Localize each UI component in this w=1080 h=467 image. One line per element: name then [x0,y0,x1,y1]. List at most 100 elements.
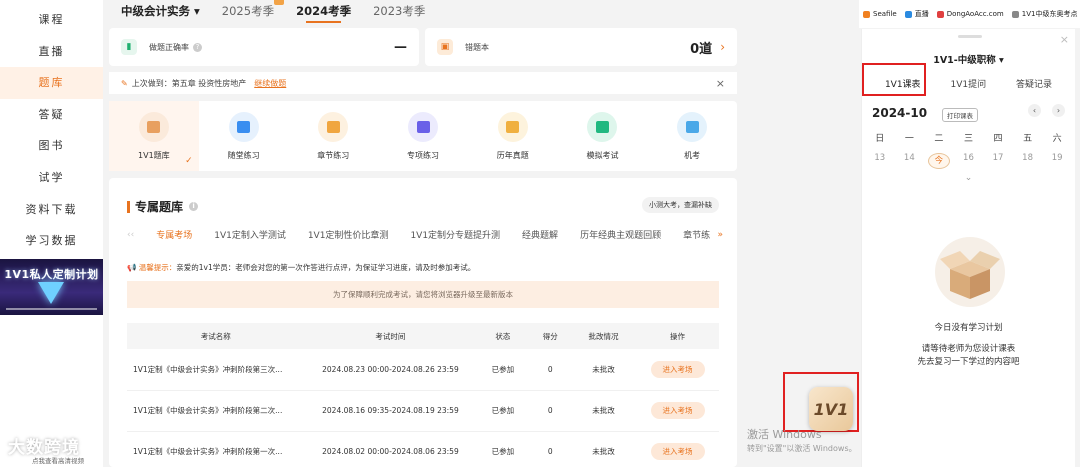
calendar-today[interactable]: 今 [927,153,950,169]
subject-selector[interactable]: 中级会计实务 ▾ [121,3,200,19]
tab-season-2025[interactable]: 2025考季 [222,0,285,19]
tab-chapter-test[interactable]: 1V1定制性价比章测 [308,228,389,241]
category-label: 机考 [684,150,701,160]
bookmark-icon [904,10,912,18]
sidebar-item-qa[interactable]: 答疑 [0,99,103,131]
exam-tabs: ‹‹ 专属考场 1V1定制入学测试 1V1定制性价比章测 1V1定制分专题提升测… [127,228,723,241]
bookmark-item[interactable]: DongAoAcc.com [936,10,1004,18]
calendar-day[interactable]: 14 [898,153,920,169]
tab-past-subjective[interactable]: 历年经典主观题回顾 [580,228,661,241]
category-label: 1V1题库 [138,150,170,160]
help-icon[interactable]: i [189,202,199,211]
bookmark-icon [863,10,870,18]
empty-title: 今日没有学习计划 [934,323,1003,333]
empty-hint-line: 请等待老师为您设计课表 [921,344,1016,354]
bookmark-item[interactable]: Seafile [863,10,897,18]
weekday-label: 二 [934,134,944,144]
category-item[interactable]: 历年真题 [468,101,558,171]
tab-chapter-practice[interactable]: 章节练 [683,228,710,241]
bookmark-item[interactable]: 1V1中级东奥考点 [1011,9,1078,19]
windows-activation-watermark: 激活 Windows 转到"设置"以激活 Windows。 [747,428,857,456]
tabs-prev-icon[interactable]: ‹‹ [127,230,134,240]
sidebar-item-live[interactable]: 直播 [0,36,103,68]
calendar-day[interactable]: 17 [987,153,1009,169]
bookmark-label: 直播 [914,10,929,18]
bar-chart-icon: ▮ [121,39,137,55]
calendar-day[interactable]: 18 [1017,153,1039,169]
tabs-more-icon[interactable]: » [713,229,723,240]
category-row: 1V1题库 ✓ 随堂练习 章节练习 专项练习 历年真题 模拟考试 机考 [109,101,737,171]
wrongbook-card[interactable]: ▣ 错题本 0道 › [425,28,737,66]
cell-name: 1V1定制《中级会计实务》冲刺阶段第一次... [127,431,305,467]
bookmark-icon [936,10,944,18]
sidebar-item-question-bank[interactable]: 题库 [0,67,103,99]
expand-icon[interactable]: ⌄ [862,173,1075,183]
calendar-day[interactable]: 19 [1046,153,1068,169]
category-item[interactable]: 1V1题库 ✓ [109,101,199,171]
browser-notice: 为了保障顺利完成考试，请您将浏览器升级至最新版本 [127,281,719,308]
sidebar-item-study-data[interactable]: 学习数据 [0,225,103,257]
sidebar-item-books[interactable]: 图书 [0,130,103,162]
tab-entrance-test[interactable]: 1V1定制入学测试 [214,228,286,241]
highlight-box [862,63,926,96]
cell-action: 进入考场 [636,431,719,467]
category-icon [318,111,349,142]
exam-table: 考试名称 考试时间 状态 得分 批改情况 操作 1V1定制《中级会计实务》冲刺阶… [127,323,719,467]
tab-exclusive-room[interactable]: 专属考场 [156,228,192,241]
category-item[interactable]: 专项练习 [378,101,468,171]
chevron-right-icon[interactable]: › [720,40,725,54]
bookmark-icon [1011,10,1019,18]
floating-1v1-button[interactable]: 1V1 [809,387,853,431]
calendar-day[interactable]: 16 [957,153,979,169]
prev-month-icon[interactable]: ‹ [1028,104,1041,117]
banner-divider [6,308,97,310]
table-header-row: 考试名称 考试时间 状态 得分 批改情况 操作 [127,323,719,349]
bookmark-item[interactable]: 直播 [904,9,929,19]
last-progress-text: 上次做到：第五章 投资性房地产 [131,78,247,88]
sidebar-item-course[interactable]: 课程 [0,4,103,36]
cell-status: 已参加 [476,349,530,391]
col-header: 得分 [529,323,571,349]
close-icon[interactable]: × [1060,33,1069,46]
tab-season-2023[interactable]: 2023考季 [373,3,425,19]
category-label: 历年真题 [496,150,529,160]
category-label: 模拟考试 [586,150,619,160]
tab-classic-solutions[interactable]: 经典题解 [522,228,558,241]
category-item[interactable]: 模拟考试 [558,101,648,171]
tab-season-2024[interactable]: 2024考季 [296,3,351,23]
enter-exam-button[interactable]: 进入考场 [650,360,705,378]
watermark-caption: 点我查看高清视频 [32,457,84,465]
category-label: 章节练习 [317,150,350,160]
cell-review: 未批改 [570,431,637,467]
print-schedule-button[interactable]: 打印课表 [942,108,978,122]
cell-action: 进入考场 [636,390,719,432]
bookmarks-bar: Seafile 直播 DongAoAcc.com 1V1中级东奥考点 [859,0,1080,28]
category-item[interactable]: 机考 [647,101,737,171]
category-label: 随堂练习 [227,150,260,160]
category-item[interactable]: 章节练习 [288,101,378,171]
month-label: 2024-10 [872,106,928,120]
main-content: 中级会计实务 ▾ 2025考季 2024考季 2023考季 ▮ 做题正确率 ? … [109,0,737,467]
enter-exam-button[interactable]: 进入考场 [650,402,705,419]
left-sidebar: 课程 直播 题库 答疑 图书 试学 资料下载 学习数据 1V1私人定制计划 [0,0,103,467]
bookmark-label: 1V1中级东奥考点 [1021,10,1078,18]
table-row: 1V1定制《中级会计实务》冲刺阶段第三次... 2024.08.23 00:00-… [127,349,719,391]
category-item[interactable]: 随堂练习 [199,101,289,171]
next-month-icon[interactable]: › [1052,104,1065,117]
activation-title: 激活 Windows [747,428,822,441]
calendar-day[interactable]: 13 [869,153,891,169]
continue-link[interactable]: 继续做题 [254,78,286,89]
enter-exam-button[interactable]: 进入考场 [650,443,705,460]
sidebar-item-trial[interactable]: 试学 [0,162,103,194]
tab-topic-test[interactable]: 1V1定制分专题提升测 [410,228,500,241]
tab-questions[interactable]: 1V1提问 [946,75,990,92]
promo-banner[interactable]: 1V1私人定制计划 [0,259,103,315]
weekday-label: 六 [1052,134,1062,144]
drag-handle[interactable] [958,35,982,38]
promo-banner-title: 1V1私人定制计划 [4,268,99,281]
sidebar-item-downloads[interactable]: 资料下载 [0,194,103,226]
tab-qa-records[interactable]: 答疑记录 [1012,75,1056,92]
cell-name: 1V1定制《中级会计实务》冲刺阶段第三次... [127,349,305,391]
close-icon[interactable]: × [716,77,725,90]
help-icon[interactable]: ? [193,42,202,52]
